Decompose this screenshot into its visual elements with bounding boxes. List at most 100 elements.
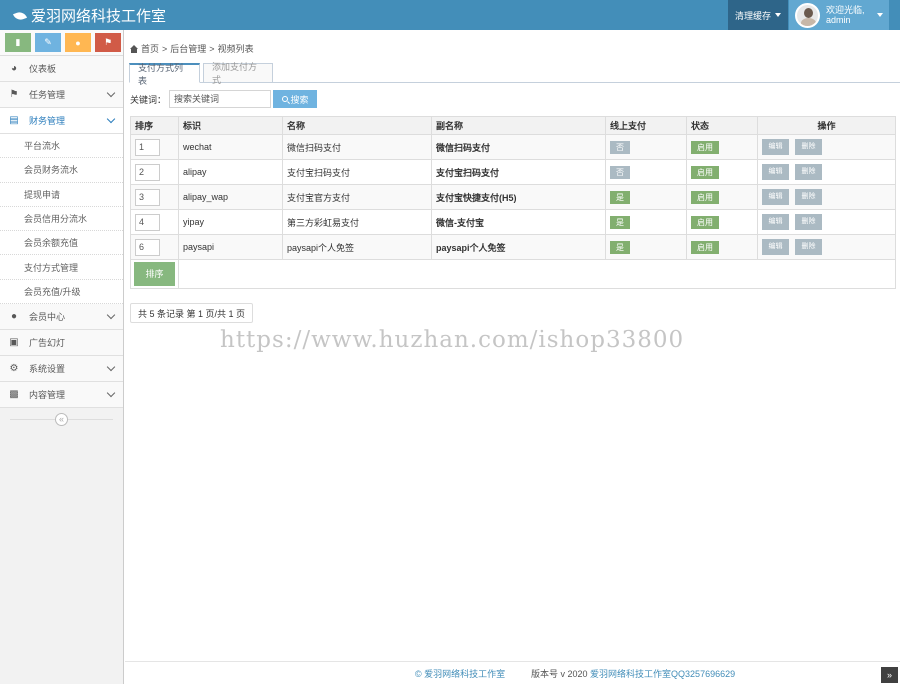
sidebar-subitem-platform-flow[interactable]: 平台流水 xyxy=(0,134,123,159)
user-icon: ● xyxy=(10,311,18,323)
delete-button[interactable]: 删除 xyxy=(795,214,822,230)
sort-order-input[interactable] xyxy=(135,238,160,256)
column-header: 名称 xyxy=(282,116,432,135)
sidebar-subitem-balance-recharge[interactable]: 会员余额充值 xyxy=(0,231,123,256)
sort-order-input[interactable] xyxy=(135,213,160,231)
status-cell: 启用 xyxy=(686,134,758,160)
sidebar-subitem-withdraw[interactable]: 提现申请 xyxy=(0,182,123,207)
brand-name: 爱羽网络科技工作室 xyxy=(31,8,167,25)
sidebar-item-members[interactable]: ● 会员中心 xyxy=(0,304,123,331)
delete-button[interactable]: 删除 xyxy=(795,164,822,180)
sidebar-item-finance[interactable]: ▤ 财务管理 xyxy=(0,108,123,134)
table-footer-row: 排序 xyxy=(130,259,896,289)
search-button[interactable]: 搜索 xyxy=(273,90,318,108)
users-icon[interactable]: ● xyxy=(65,33,91,52)
username: admin xyxy=(826,15,851,25)
sidebar-subitem-recharge-upgrade[interactable]: 会员充值/升级 xyxy=(0,279,123,305)
status-badge: 启用 xyxy=(691,190,719,204)
status-cell: 启用 xyxy=(686,234,758,260)
online-cell: 是 xyxy=(605,209,687,235)
sidebar-item-label: 仪表板 xyxy=(29,64,57,74)
delete-button[interactable]: 删除 xyxy=(795,189,822,205)
double-chevron-left-icon[interactable]: « xyxy=(55,412,68,426)
sort-button-cell: 排序 xyxy=(130,259,179,289)
sort-cell xyxy=(130,134,179,160)
sidebar-item-ads[interactable]: ▣ 广告幻灯 xyxy=(0,330,123,357)
scroll-top-icon[interactable]: » xyxy=(881,667,898,683)
sidebar-item-content[interactable]: ▩ 内容管理 xyxy=(0,382,123,409)
clear-cache-button[interactable]: 清理缓存 xyxy=(728,0,788,30)
online-badge: 否 xyxy=(610,140,630,154)
column-header: 标识 xyxy=(178,116,283,135)
edit-button[interactable]: 编辑 xyxy=(762,164,789,180)
sort-order-input[interactable] xyxy=(135,163,160,181)
subname-cell: 支付宝扫码支付 xyxy=(431,159,606,185)
online-cell: 否 xyxy=(605,134,687,160)
tab-bar: 支付方式列表 添加支付方式 xyxy=(129,62,900,86)
version-link[interactable]: 爱羽网络科技工作室QQ3257696629 xyxy=(590,669,735,679)
caret-down-icon xyxy=(775,13,781,17)
status-cell: 启用 xyxy=(686,209,758,235)
online-cell: 否 xyxy=(605,159,687,185)
sidebar-item-label: 广告幻灯 xyxy=(29,338,66,349)
welcome-text: 欢迎光临, xyxy=(826,5,865,15)
sort-order-input[interactable] xyxy=(135,188,160,206)
tab-payment-list[interactable]: 支付方式列表 xyxy=(129,63,200,86)
sort-button[interactable]: 排序 xyxy=(134,262,175,286)
online-cell: 是 xyxy=(605,234,687,260)
id-cell: alipay xyxy=(178,159,283,185)
id-cell: wechat xyxy=(178,134,283,160)
sort-cell xyxy=(130,234,179,260)
actions-cell: 编辑 删除 xyxy=(757,184,896,210)
breadcrumb-separator: > xyxy=(209,43,215,54)
footer-version: 版本号 v 2020 爱羽网络科技工作室QQ3257696629 xyxy=(531,667,735,680)
actions-cell: 编辑 删除 xyxy=(757,134,896,160)
sidebar-item-tasks[interactable]: ⚑ 任务管理 xyxy=(0,82,123,108)
tab-add-payment[interactable]: 添加支付方式 xyxy=(203,62,273,85)
name-cell: 微信扫码支付 xyxy=(282,134,432,160)
bell-icon[interactable]: ⚑ xyxy=(95,33,121,52)
table-row: paysapi paysapi个人免签 paysapi个人免签 是 启用 编辑删… xyxy=(130,234,896,260)
sidebar-subitem-member-finance[interactable]: 会员财务流水 xyxy=(0,158,123,183)
edit-button[interactable]: 编辑 xyxy=(762,139,789,155)
footer: © 爱羽网络科技工作室 版本号 v 2020 爱羽网络科技工作室QQ325769… xyxy=(125,661,900,684)
status-cell: 启用 xyxy=(686,159,758,185)
sidebar-item-settings[interactable]: ⚙ 系统设置 xyxy=(0,356,123,383)
sort-cell xyxy=(130,159,179,185)
brand[interactable]: 爱羽网络科技工作室 xyxy=(12,5,167,26)
sidebar-item-dashboard[interactable]: ◕ 仪表板 xyxy=(0,56,123,82)
book-icon: ▩ xyxy=(9,389,19,401)
id-cell: yipay xyxy=(178,209,283,235)
sidebar-collapse: « xyxy=(0,408,123,430)
leaf-icon xyxy=(12,9,28,22)
status-badge: 启用 xyxy=(691,165,719,179)
search-input[interactable] xyxy=(169,90,272,108)
dashboard-icon: ◕ xyxy=(10,63,18,74)
top-navbar: 爱羽网络科技工作室 清理缓存 欢迎光临, admin xyxy=(0,0,900,30)
actions-cell: 编辑 删除 xyxy=(757,234,896,260)
edit-button[interactable]: 编辑 xyxy=(762,214,789,230)
sidebar-shortcuts: ▮ ✎ ● ⚑ xyxy=(0,30,123,56)
chevron-down-icon xyxy=(106,310,116,320)
online-badge: 是 xyxy=(610,190,630,204)
footer-copyright[interactable]: © 爱羽网络科技工作室 xyxy=(415,667,505,680)
pencil-icon[interactable]: ✎ xyxy=(35,33,61,52)
user-menu[interactable]: 欢迎光临, admin xyxy=(789,0,889,30)
table-row: alipay_wap 支付宝官方支付 支付宝快捷支付(H5) 是 启用 编辑删除 xyxy=(130,184,896,210)
breadcrumb-admin[interactable]: 后台管理 xyxy=(170,42,206,55)
edit-button[interactable]: 编辑 xyxy=(762,239,789,255)
delete-button[interactable]: 删除 xyxy=(795,139,822,155)
sort-order-input[interactable] xyxy=(135,138,160,156)
chevron-down-icon xyxy=(106,388,116,398)
column-header: 副名称 xyxy=(431,116,606,135)
subname-cell: 支付宝快捷支付(H5) xyxy=(431,184,606,210)
sidebar-subitem-credit-flow[interactable]: 会员信用分流水 xyxy=(0,206,123,232)
sidebar-subitem-payment-methods[interactable]: 支付方式管理 xyxy=(0,255,123,280)
signal-icon[interactable]: ▮ xyxy=(5,33,31,52)
edit-button[interactable]: 编辑 xyxy=(762,189,789,205)
online-badge: 是 xyxy=(610,240,630,254)
avatar xyxy=(795,2,820,28)
delete-button[interactable]: 删除 xyxy=(795,239,822,255)
breadcrumb-home[interactable]: 首页 xyxy=(141,42,159,55)
id-cell: alipay_wap xyxy=(178,184,283,210)
